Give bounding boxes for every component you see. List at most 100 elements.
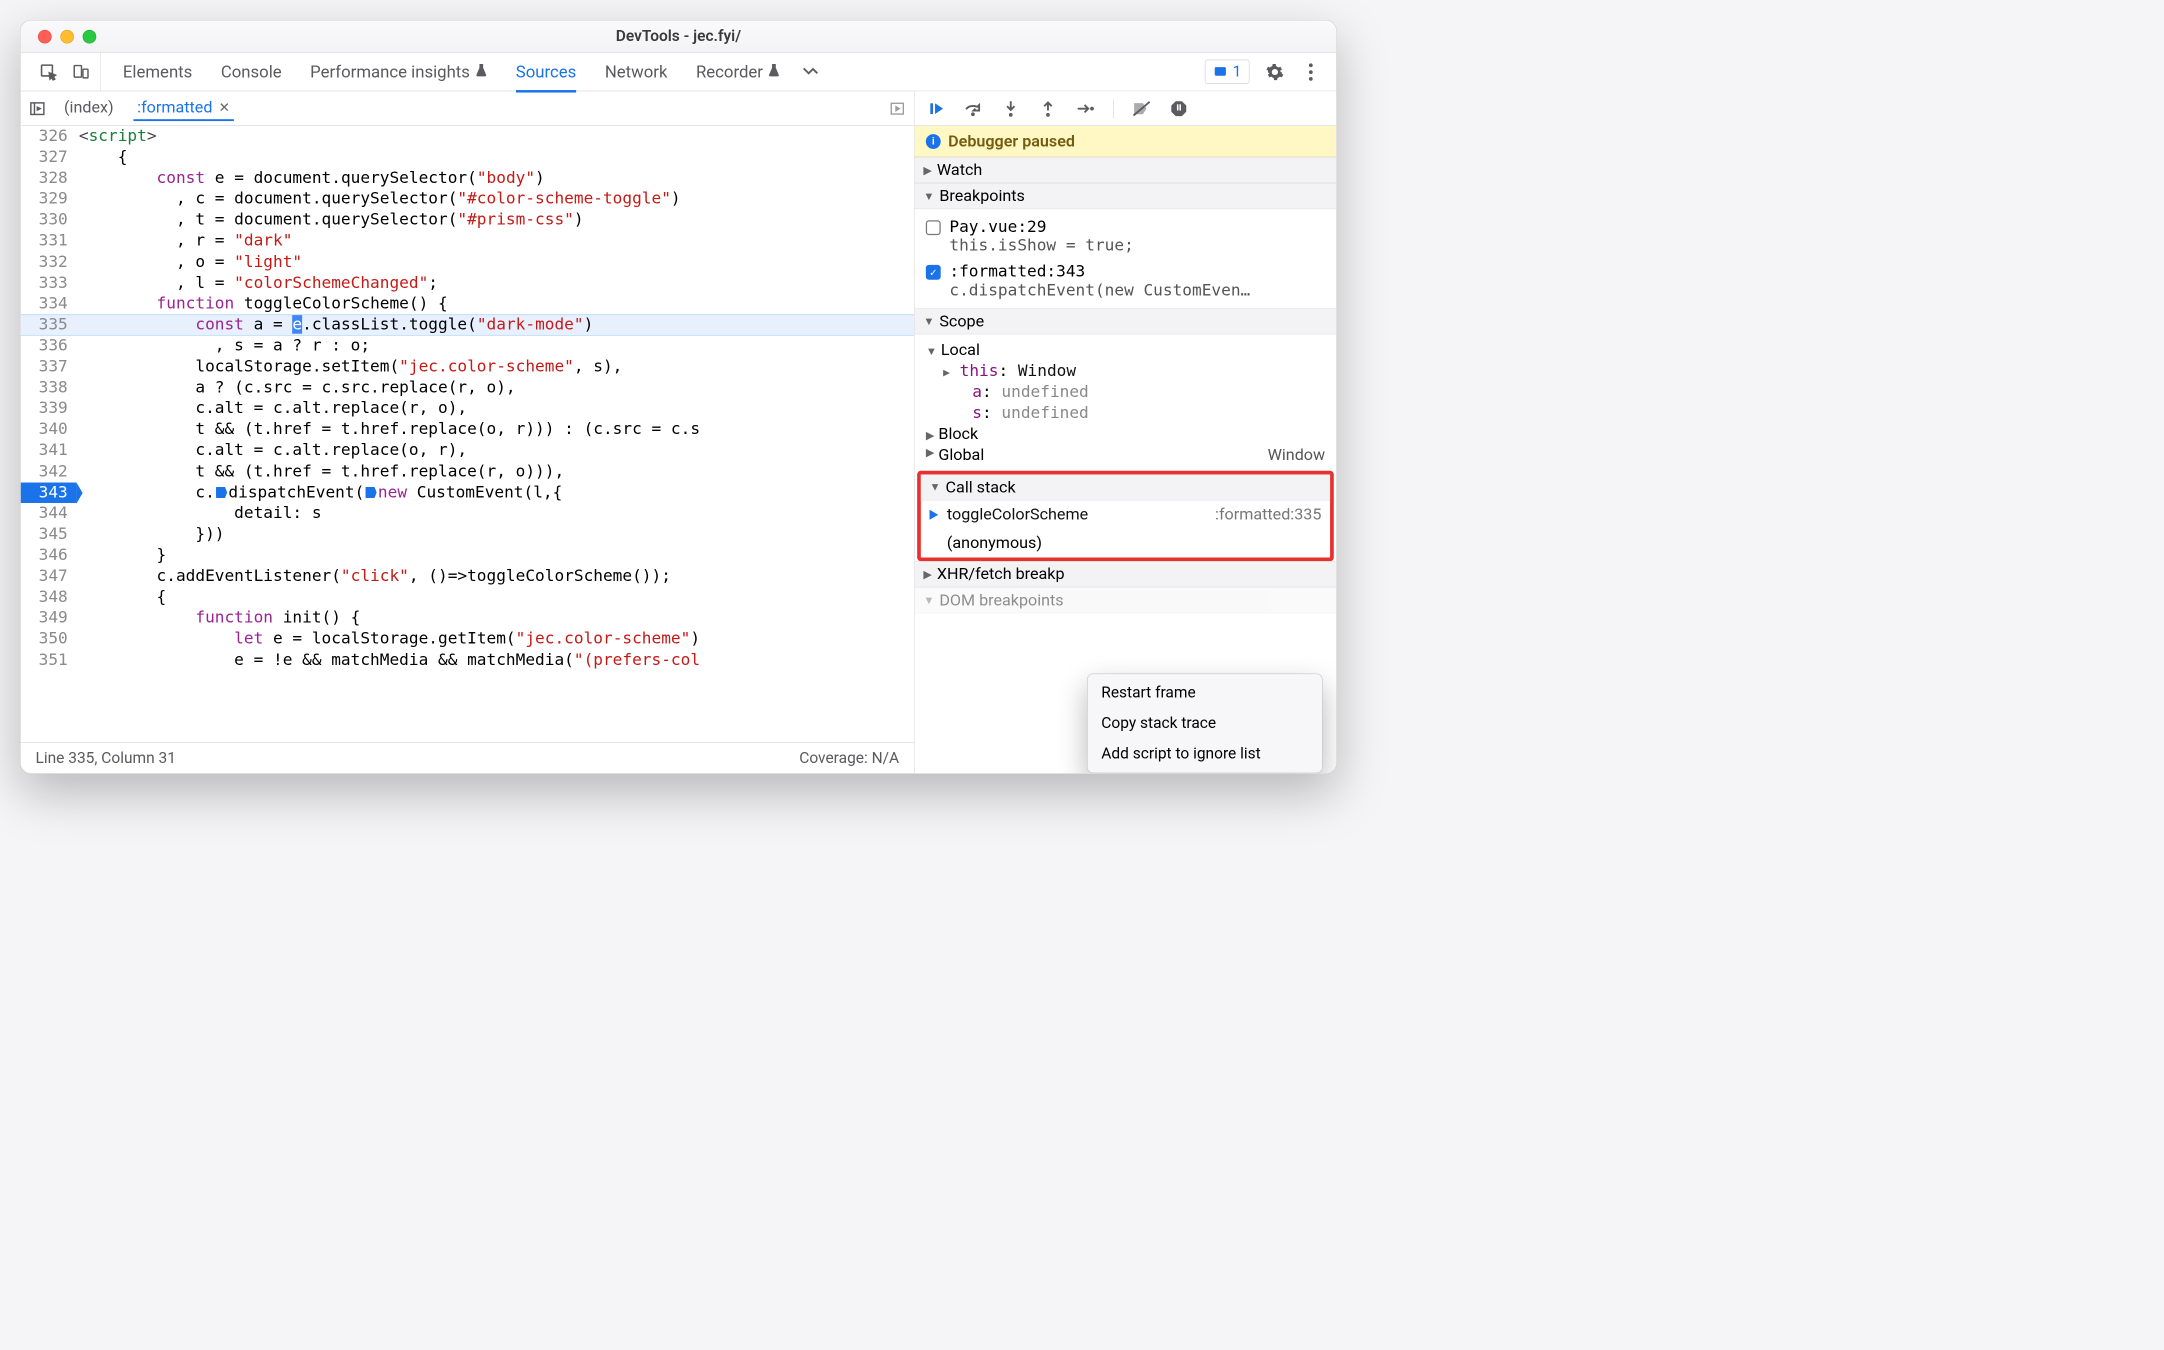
- code-line[interactable]: , l = "colorSchemeChanged";: [76, 273, 914, 294]
- code-line[interactable]: {: [76, 587, 914, 608]
- context-menu-item[interactable]: Copy stack trace: [1088, 708, 1322, 738]
- code-line[interactable]: c.alt = c.alt.replace(r, o),: [76, 398, 914, 419]
- breakpoint-checkbox[interactable]: ✓: [926, 265, 941, 280]
- watch-panel-header[interactable]: ▶ Watch: [915, 157, 1337, 183]
- line-number[interactable]: 343: [21, 482, 77, 503]
- line-number[interactable]: 342: [21, 461, 77, 482]
- context-menu-item[interactable]: Restart frame: [1088, 678, 1322, 708]
- close-window-button[interactable]: [38, 30, 52, 44]
- code-line[interactable]: function init() {: [76, 608, 914, 629]
- stack-frame[interactable]: toggleColorScheme:formatted:335: [921, 501, 1330, 530]
- kebab-menu-icon[interactable]: [1300, 61, 1321, 82]
- show-navigator-icon[interactable]: [27, 98, 48, 119]
- code-line[interactable]: , c = document.querySelector("#color-sch…: [76, 189, 914, 210]
- code-line[interactable]: let e = localStorage.getItem("jec.color-…: [76, 629, 914, 650]
- code-line[interactable]: , s = a ? r : o;: [76, 336, 914, 357]
- run-snippet-icon[interactable]: [887, 98, 908, 119]
- breakpoint-item[interactable]: Pay.vue:29this.isShow = true;: [926, 214, 1325, 259]
- line-number[interactable]: 331: [21, 231, 77, 252]
- panel-tab-elements[interactable]: Elements: [123, 62, 192, 82]
- line-number[interactable]: 337: [21, 357, 77, 378]
- panel-tab-performance-insights[interactable]: Performance insights: [310, 62, 487, 82]
- panel-tab-recorder[interactable]: Recorder: [696, 62, 780, 82]
- line-number[interactable]: 333: [21, 273, 77, 294]
- code-line[interactable]: function toggleColorScheme() {: [76, 294, 914, 315]
- code-line[interactable]: <script>: [76, 126, 914, 147]
- line-number[interactable]: 326: [21, 126, 77, 147]
- breakpoint-checkbox[interactable]: [926, 220, 941, 235]
- line-number[interactable]: 350: [21, 629, 77, 650]
- issues-button[interactable]: 1: [1205, 60, 1250, 84]
- code-line[interactable]: , o = "light": [76, 252, 914, 273]
- pause-exceptions-icon[interactable]: [1169, 99, 1188, 118]
- zoom-window-button[interactable]: [83, 30, 97, 44]
- line-number[interactable]: 351: [21, 650, 77, 671]
- close-tab-icon[interactable]: ✕: [219, 100, 230, 116]
- line-number[interactable]: 339: [21, 398, 77, 419]
- code-line[interactable]: detail: s: [76, 503, 914, 524]
- line-number[interactable]: 332: [21, 252, 77, 273]
- resume-icon[interactable]: [927, 99, 946, 118]
- line-number[interactable]: 344: [21, 503, 77, 524]
- settings-icon[interactable]: [1264, 61, 1285, 82]
- line-number[interactable]: 340: [21, 419, 77, 440]
- line-number[interactable]: 347: [21, 566, 77, 587]
- scope-variable[interactable]: a: undefined: [943, 381, 1325, 402]
- code-line[interactable]: c.addEventListener("click", ()=>toggleCo…: [76, 566, 914, 587]
- line-number[interactable]: 329: [21, 189, 77, 210]
- step-icon[interactable]: [1076, 99, 1095, 118]
- code-line[interactable]: c.dispatchEvent(new CustomEvent(l,{: [76, 482, 914, 503]
- code-line[interactable]: t && (t.href = t.href.replace(o, r))) : …: [76, 419, 914, 440]
- line-number[interactable]: 346: [21, 545, 77, 566]
- xhr-breakpoints-header[interactable]: ▶ XHR/fetch breakp: [915, 561, 1337, 587]
- line-number[interactable]: 348: [21, 587, 77, 608]
- line-number[interactable]: 335: [21, 315, 77, 336]
- scope-variable[interactable]: s: undefined: [943, 403, 1325, 424]
- code-line[interactable]: localStorage.setItem("jec.color-scheme",…: [76, 357, 914, 378]
- code-line[interactable]: const a = e.classList.toggle("dark-mode"…: [76, 315, 914, 336]
- deactivate-breakpoints-icon[interactable]: [1132, 99, 1151, 118]
- panel-tab-network[interactable]: Network: [605, 62, 668, 82]
- more-tabs-icon[interactable]: [801, 61, 822, 82]
- code-line[interactable]: t && (t.href = t.href.replace(r, o))),: [76, 461, 914, 482]
- line-number[interactable]: 327: [21, 147, 77, 168]
- line-number[interactable]: 336: [21, 336, 77, 357]
- code-line[interactable]: {: [76, 147, 914, 168]
- file-tab[interactable]: :formatted✕: [133, 96, 233, 121]
- line-number[interactable]: 330: [21, 210, 77, 231]
- code-line[interactable]: })): [76, 524, 914, 545]
- breakpoints-list: Pay.vue:29this.isShow = true;✓:formatted…: [915, 209, 1337, 308]
- breakpoint-item[interactable]: ✓:formatted:343c.dispatchEvent(new Custo…: [926, 259, 1325, 304]
- scope-panel-header[interactable]: ▼ Scope: [915, 308, 1337, 334]
- dom-breakpoints-header[interactable]: ▼ DOM breakpoints: [915, 587, 1337, 613]
- line-number[interactable]: 334: [21, 294, 77, 315]
- stack-frame[interactable]: (anonymous): [921, 529, 1330, 558]
- line-number[interactable]: 338: [21, 377, 77, 398]
- callstack-context-menu: Restart frameCopy stack traceAdd script …: [1087, 673, 1323, 773]
- line-number[interactable]: 328: [21, 168, 77, 189]
- step-over-icon[interactable]: [964, 99, 983, 118]
- file-tab[interactable]: (index): [60, 96, 117, 121]
- code-line[interactable]: , t = document.querySelector("#prism-css…: [76, 210, 914, 231]
- breakpoints-panel-header[interactable]: ▼ Breakpoints: [915, 183, 1337, 209]
- inspect-element-icon[interactable]: [38, 61, 59, 82]
- step-into-icon[interactable]: [1001, 99, 1020, 118]
- code-editor[interactable]: 326<script>327 {328 const e = document.q…: [21, 126, 914, 742]
- code-line[interactable]: a ? (c.src = c.src.replace(r, o),: [76, 377, 914, 398]
- line-number[interactable]: 349: [21, 608, 77, 629]
- code-line[interactable]: }: [76, 545, 914, 566]
- minimize-window-button[interactable]: [60, 30, 74, 44]
- callstack-panel-header[interactable]: ▼ Call stack: [921, 474, 1330, 500]
- step-out-icon[interactable]: [1039, 99, 1058, 118]
- scope-variable[interactable]: ▶ this: Window: [943, 360, 1325, 381]
- context-menu-item[interactable]: Add script to ignore list: [1088, 739, 1322, 769]
- device-toolbar-icon[interactable]: [70, 61, 91, 82]
- code-line[interactable]: , r = "dark": [76, 231, 914, 252]
- code-line[interactable]: c.alt = c.alt.replace(o, r),: [76, 440, 914, 461]
- line-number[interactable]: 341: [21, 440, 77, 461]
- code-line[interactable]: const e = document.querySelector("body"): [76, 168, 914, 189]
- code-line[interactable]: e = !e && matchMedia && matchMedia("(pre…: [76, 650, 914, 671]
- panel-tab-console[interactable]: Console: [221, 62, 282, 82]
- line-number[interactable]: 345: [21, 524, 77, 545]
- panel-tab-sources[interactable]: Sources: [516, 62, 577, 82]
